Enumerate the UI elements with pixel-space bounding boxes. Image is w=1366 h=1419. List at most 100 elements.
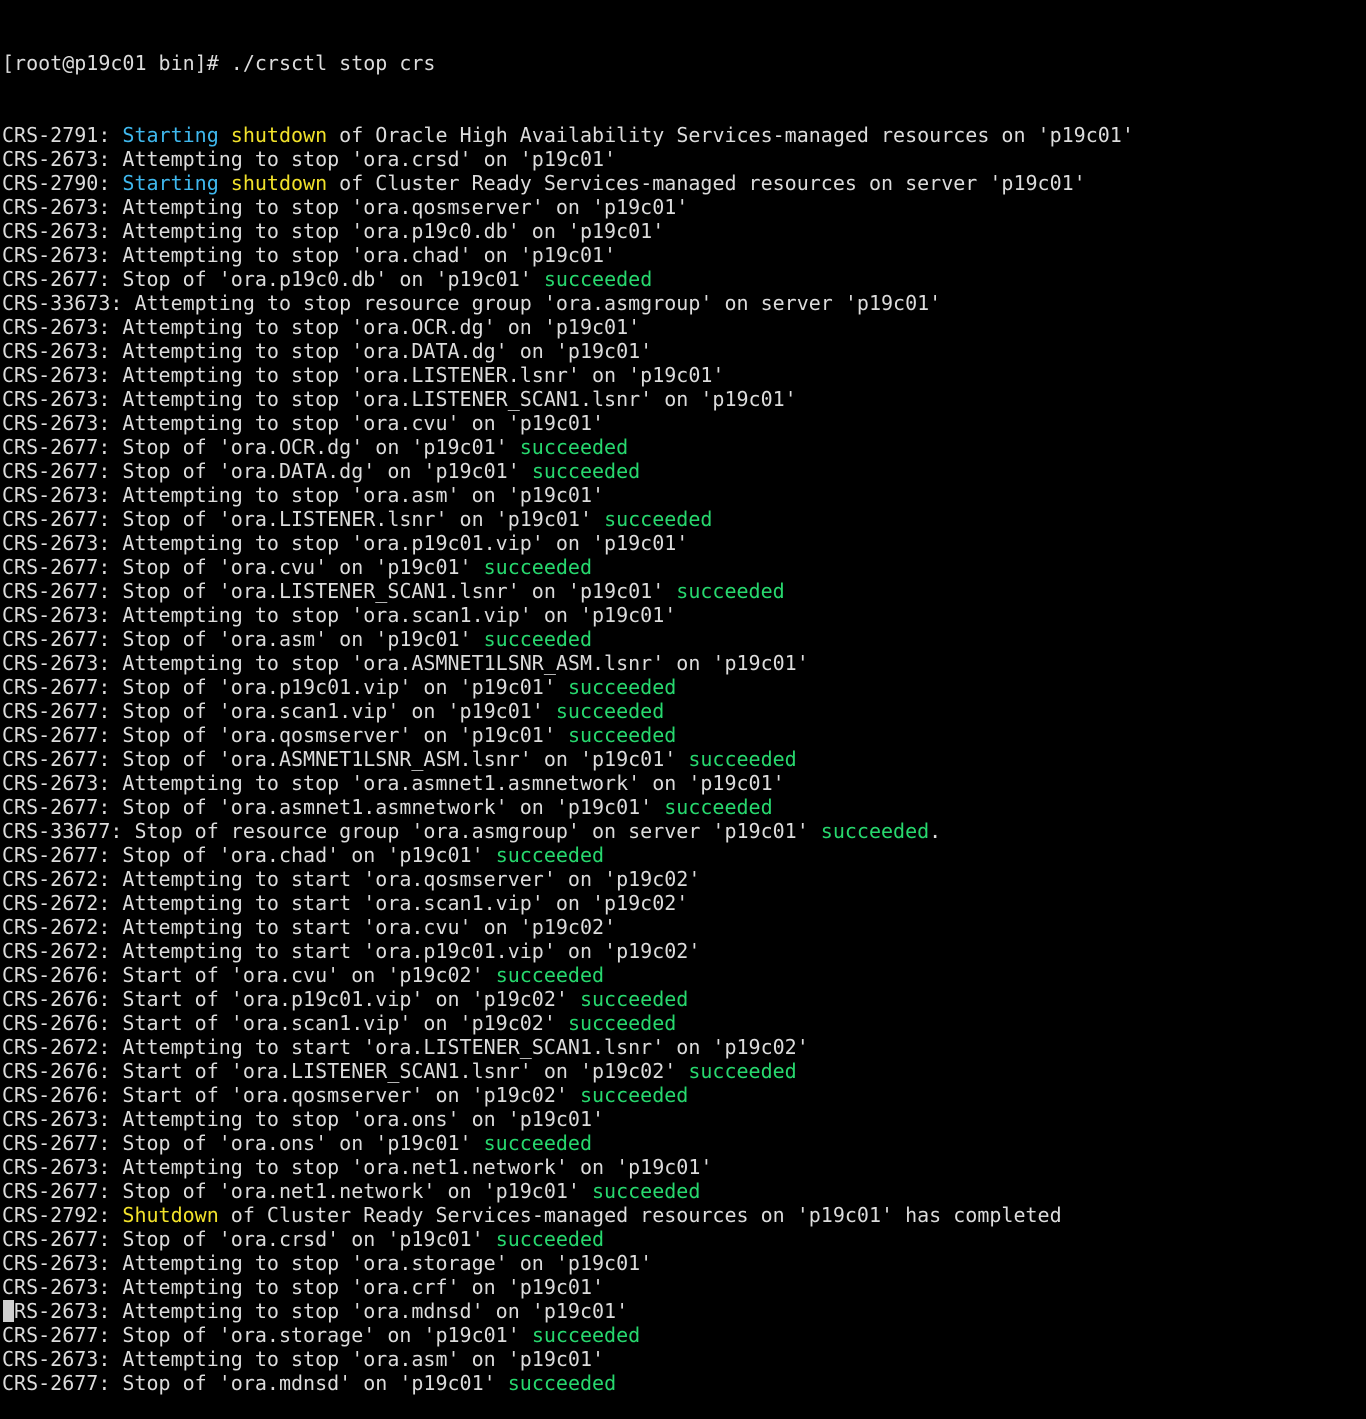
log-line: CRS-2677: Stop of 'ora.OCR.dg' on 'p19c0…	[2, 435, 1364, 459]
log-line: CRS-2677: Stop of 'ora.p19c01.vip' on 'p…	[2, 675, 1364, 699]
status-succeeded: succeeded	[531, 1323, 641, 1347]
log-text: CRS-2673: Attempting to stop 'ora.net1.n…	[2, 1155, 713, 1179]
log-text: CRS-2677: Stop of 'ora.OCR.dg' on 'p19c0…	[2, 435, 520, 459]
log-line: CRS-2673: Attempting to stop 'ora.chad' …	[2, 243, 1364, 267]
log-line: CRS-2673: Attempting to stop 'ora.LISTEN…	[2, 363, 1364, 387]
status-succeeded: succeeded	[507, 1371, 617, 1395]
log-text: .	[929, 819, 942, 843]
log-text: CRS-2677: Stop of 'ora.chad' on 'p19c01'	[2, 843, 496, 867]
log-line: CRS-2677: Stop of 'ora.ASMNET1LSNR_ASM.l…	[2, 747, 1364, 771]
log-text: CRS-2676: Start of 'ora.cvu' on 'p19c02'	[2, 963, 496, 987]
status-succeeded: succeeded	[820, 819, 930, 843]
status-succeeded: succeeded	[676, 579, 785, 603]
log-line: CRS-2676: Start of 'ora.p19c01.vip' on '…	[2, 987, 1364, 1011]
status-succeeded: succeeded	[531, 459, 641, 483]
log-line: CRS-2673: Attempting to stop 'ora.asm' o…	[2, 483, 1364, 507]
status-succeeded: succeeded	[688, 747, 797, 771]
status-succeeded: succeeded	[495, 1227, 605, 1251]
log-text: of Oracle High Availability Services-man…	[327, 123, 1134, 147]
log-text: CRS-2672: Attempting to start 'ora.LISTE…	[2, 1035, 809, 1059]
status-succeeded: succeeded	[483, 627, 593, 651]
log-line: CRS-2677: Stop of 'ora.net1.network' on …	[2, 1179, 1364, 1203]
status-succeeded: succeeded	[495, 843, 605, 867]
log-line: CRS-2676: Start of 'ora.scan1.vip' on 'p…	[2, 1011, 1364, 1035]
log-text: CRS-2790:	[2, 171, 123, 195]
log-line: CRS-2677: Stop of 'ora.cvu' on 'p19c01' …	[2, 555, 1364, 579]
log-line: CRS-2673: Attempting to stop 'ora.p19c01…	[2, 531, 1364, 555]
log-text: shutdown	[230, 171, 328, 195]
log-text: CRS-2673: Attempting to stop 'ora.crsd' …	[2, 147, 617, 171]
log-text: CRS-2673: Attempting to stop 'ora.ons' o…	[2, 1107, 605, 1131]
log-text: CRS-2673: Attempting to stop 'ora.storag…	[2, 1251, 653, 1275]
log-line: CRS-2673: Attempting to stop 'ora.mdnsd'…	[2, 1299, 1364, 1323]
status-succeeded: succeeded	[567, 675, 677, 699]
log-text: CRS-2673: Attempting to stop 'ora.scan1.…	[2, 603, 677, 627]
log-text: CRS-2673: Attempting to stop 'ora.chad' …	[2, 243, 617, 267]
log-line: CRS-2677: Stop of 'ora.asmnet1.asmnetwor…	[2, 795, 1364, 819]
log-text: CRS-2673: Attempting to stop 'ora.ASMNET…	[2, 651, 809, 675]
log-line: CRS-2673: Attempting to stop 'ora.qosmse…	[2, 195, 1364, 219]
log-line: CRS-2677: Stop of 'ora.DATA.dg' on 'p19c…	[2, 459, 1364, 483]
log-text: CRS-2673: Attempting to stop 'ora.DATA.d…	[2, 339, 653, 363]
log-line: CRS-2677: Stop of 'ora.chad' on 'p19c01'…	[2, 843, 1364, 867]
log-line: CRS-2676: Start of 'ora.cvu' on 'p19c02'…	[2, 963, 1364, 987]
log-line: CRS-2672: Attempting to start 'ora.qosms…	[2, 867, 1364, 891]
log-text: CRS-2677: Stop of 'ora.qosmserver' on 'p…	[2, 723, 568, 747]
log-text: CRS-2672: Attempting to start 'ora.qosms…	[2, 867, 701, 891]
log-text: CRS-2677: Stop of 'ora.cvu' on 'p19c01'	[2, 555, 484, 579]
log-line: CRS-2672: Attempting to start 'ora.scan1…	[2, 891, 1364, 915]
log-line: CRS-2673: Attempting to stop 'ora.net1.n…	[2, 1155, 1364, 1179]
status-succeeded: succeeded	[567, 723, 677, 747]
log-text: CRS-2673: Attempting to stop 'ora.OCR.dg…	[2, 315, 641, 339]
log-text: CRS-2676: Start of 'ora.LISTENER_SCAN1.l…	[2, 1059, 689, 1083]
status-succeeded: succeeded	[579, 987, 689, 1011]
log-line: CRS-2677: Stop of 'ora.storage' on 'p19c…	[2, 1323, 1364, 1347]
log-text: CRS-2676: Start of 'ora.p19c01.vip' on '…	[2, 987, 580, 1011]
log-line: CRS-2677: Stop of 'ora.qosmserver' on 'p…	[2, 723, 1364, 747]
log-text: CRS-2677: Stop of 'ora.LISTENER_SCAN1.ls…	[2, 579, 677, 603]
status-succeeded: succeeded	[495, 963, 605, 987]
log-text: CRS-2677: Stop of 'ora.ons' on 'p19c01'	[2, 1131, 484, 1155]
prompt-line: [root@p19c01 bin]# ./crsctl stop crs	[2, 51, 436, 75]
log-text: CRS-2672: Attempting to start 'ora.scan1…	[2, 891, 689, 915]
log-text: CRS-2673: Attempting to stop 'ora.asmnet…	[2, 771, 785, 795]
log-text: CRS-2672: Attempting to start 'ora.cvu' …	[2, 915, 617, 939]
log-text: CRS-2677: Stop of 'ora.asmnet1.asmnetwor…	[2, 795, 665, 819]
log-line: CRS-2677: Stop of 'ora.crsd' on 'p19c01'…	[2, 1227, 1364, 1251]
log-line: CRS-2677: Stop of 'ora.scan1.vip' on 'p1…	[2, 699, 1364, 723]
log-line: CRS-2672: Attempting to start 'ora.LISTE…	[2, 1035, 1364, 1059]
terminal-output[interactable]: [root@p19c01 bin]# ./crsctl stop crs CRS…	[2, 3, 1364, 1419]
log-text: CRS-2673: Attempting to stop 'ora.mdnsd'…	[2, 1299, 629, 1323]
log-text: CRS-2673: Attempting to stop 'ora.p19c01…	[2, 531, 689, 555]
log-line: CRS-2673: Attempting to stop 'ora.crf' o…	[2, 1275, 1364, 1299]
log-line: CRS-2677: Stop of 'ora.asm' on 'p19c01' …	[2, 627, 1364, 651]
log-text: CRS-2673: Attempting to stop 'ora.asm' o…	[2, 1347, 605, 1371]
log-text: CRS-2673: Attempting to stop 'ora.asm' o…	[2, 483, 605, 507]
log-text: CRS-2677: Stop of 'ora.p19c01.vip' on 'p…	[2, 675, 568, 699]
log-line: CRS-2673: Attempting to stop 'ora.asm' o…	[2, 1347, 1364, 1371]
log-text: CRS-2677: Stop of 'ora.mdnsd' on 'p19c01…	[2, 1371, 508, 1395]
log-line: CRS-2673: Attempting to stop 'ora.asmnet…	[2, 771, 1364, 795]
terminal-cursor	[3, 1300, 14, 1322]
log-text: of Cluster Ready Services-managed resour…	[327, 171, 1086, 195]
log-line: CRS-2673: Attempting to stop 'ora.crsd' …	[2, 147, 1364, 171]
log-text: CRS-2672: Attempting to start 'ora.p19c0…	[2, 939, 701, 963]
log-line: CRS-2673: Attempting to stop 'ora.cvu' o…	[2, 411, 1364, 435]
status-succeeded: succeeded	[519, 435, 629, 459]
status-succeeded: succeeded	[543, 267, 653, 291]
log-line: CRS-2676: Start of 'ora.qosmserver' on '…	[2, 1083, 1364, 1107]
log-line: CRS-2791: Starting shutdown of Oracle Hi…	[2, 123, 1364, 147]
log-line: CRS-33673: Attempting to stop resource g…	[2, 291, 1364, 315]
log-text: CRS-2673: Attempting to stop 'ora.LISTEN…	[2, 363, 725, 387]
log-line: CRS-2677: Stop of 'ora.LISTENER_SCAN1.ls…	[2, 579, 1364, 603]
log-line: CRS-2672: Attempting to start 'ora.p19c0…	[2, 939, 1364, 963]
log-text: of Cluster Ready Services-managed resour…	[218, 1203, 1062, 1227]
log-line: CRS-2677: Stop of 'ora.LISTENER.lsnr' on…	[2, 507, 1364, 531]
log-text: CRS-2677: Stop of 'ora.ASMNET1LSNR_ASM.l…	[2, 747, 689, 771]
status-succeeded: succeeded	[483, 1131, 593, 1155]
log-line: CRS-2677: Stop of 'ora.p19c0.db' on 'p19…	[2, 267, 1364, 291]
log-text: CRS-2791:	[2, 123, 123, 147]
log-line: CRS-2676: Start of 'ora.LISTENER_SCAN1.l…	[2, 1059, 1364, 1083]
log-text: Starting	[122, 123, 219, 147]
